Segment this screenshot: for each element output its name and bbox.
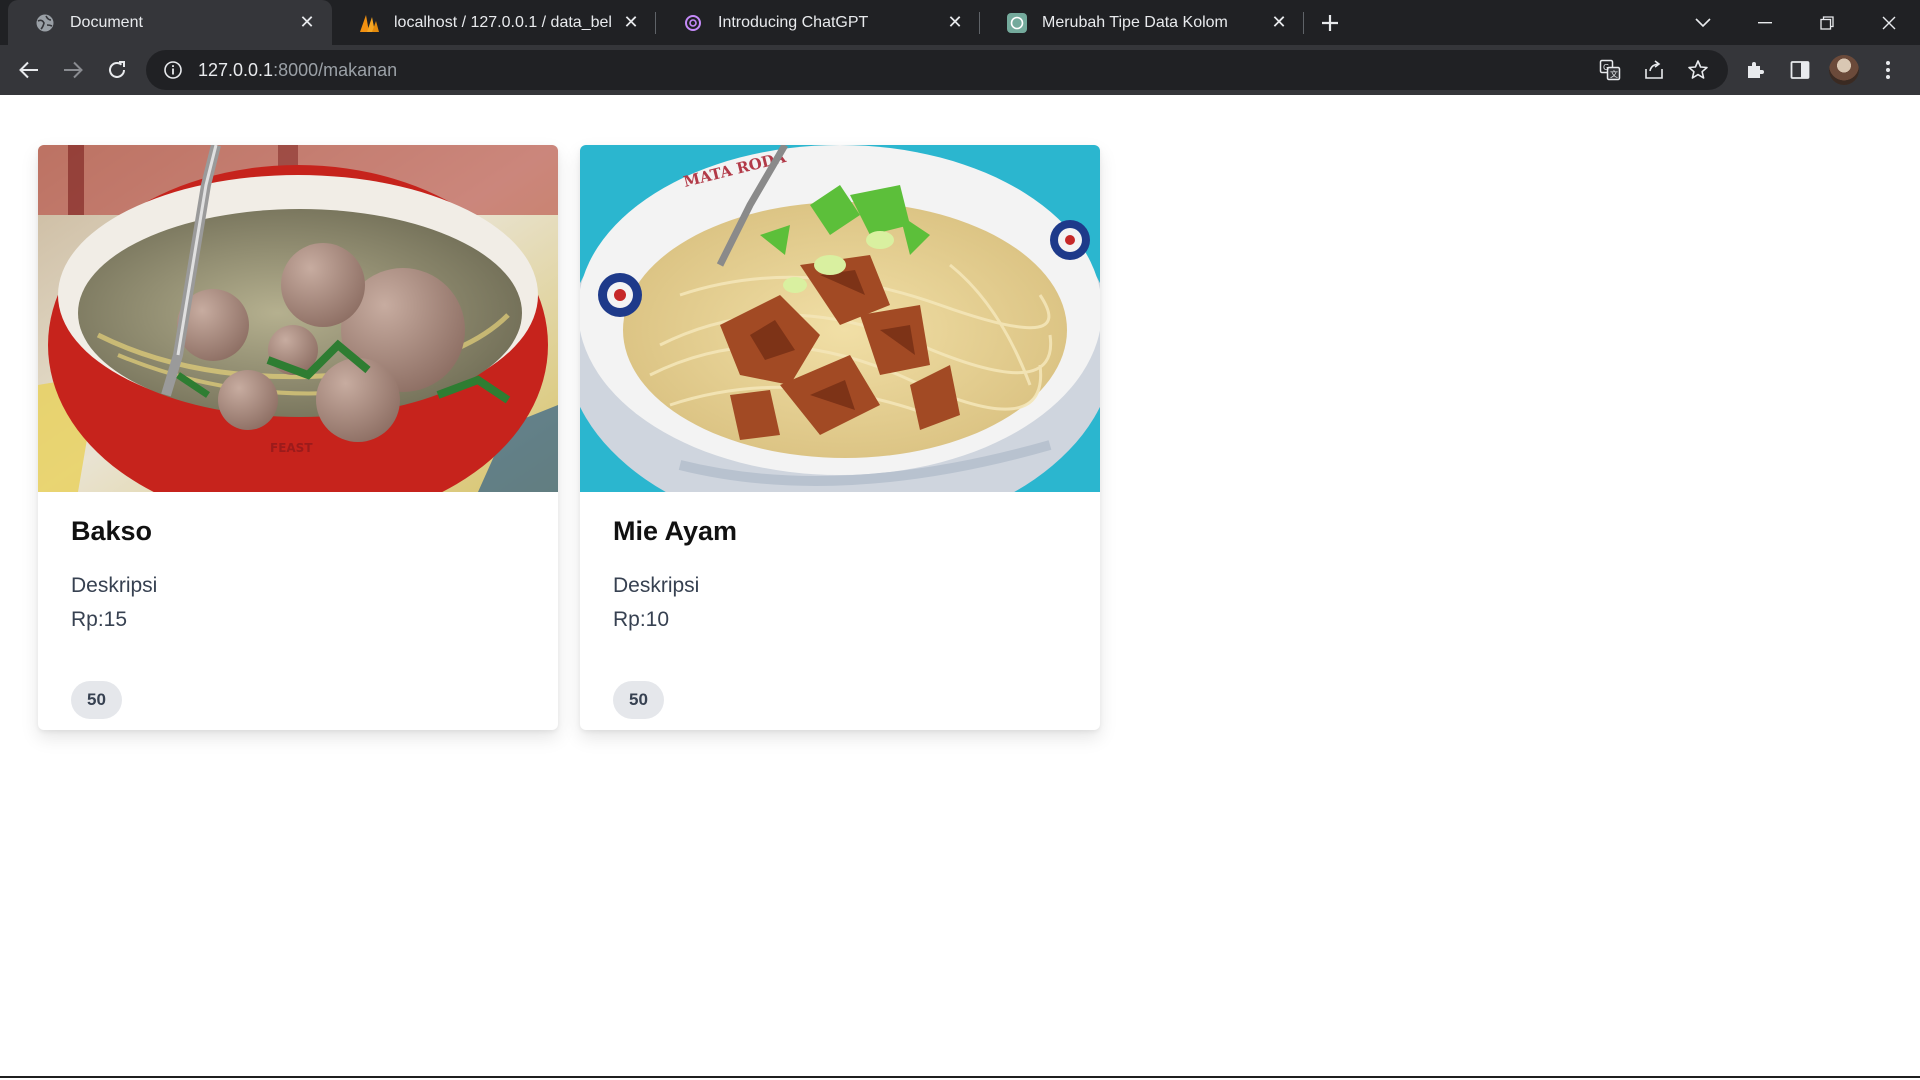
bookmark-button[interactable] [1676, 50, 1720, 90]
card-title: Bakso [71, 516, 153, 546]
close-icon[interactable]: ✕ [620, 12, 642, 34]
address-bar[interactable]: 127.0.0.1:8000/makanan G文 [146, 50, 1728, 90]
close-icon[interactable]: ✕ [1268, 12, 1290, 34]
card-price: Rp:15 [71, 608, 128, 631]
browser-toolbar: 127.0.0.1:8000/makanan G文 [0, 45, 1920, 95]
food-card[interactable]: MATA RODA Mie Ayam Deskripsi Rp:10 50 [580, 145, 1100, 730]
tab-title: localhost / 127.0.0.1 / data_belaja [394, 13, 612, 31]
puzzle-icon [1748, 62, 1764, 78]
bottom-divider [0, 1076, 1920, 1078]
globe-icon [34, 12, 56, 34]
info-icon[interactable] [162, 59, 184, 81]
reload-button[interactable] [97, 50, 137, 90]
phpmyadmin-icon [358, 12, 380, 34]
card-body: Mie Ayam Deskripsi Rp:10 50 [580, 492, 1100, 719]
stock-badge: 50 [613, 681, 664, 719]
avatar [1829, 55, 1859, 85]
url-text[interactable]: 127.0.0.1:8000/makanan [198, 60, 397, 81]
share-icon [1645, 60, 1663, 79]
tab-title: Introducing ChatGPT [718, 13, 869, 31]
minimize-button[interactable] [1734, 0, 1796, 45]
tab-search-button[interactable] [1672, 0, 1734, 45]
close-window-button[interactable] [1858, 0, 1920, 45]
extensions-button[interactable] [1734, 50, 1778, 90]
forward-button[interactable] [53, 50, 93, 90]
star-icon [1688, 60, 1708, 79]
close-icon[interactable]: ✕ [296, 12, 318, 34]
svg-text:文: 文 [1610, 69, 1618, 79]
tab-strip: Document ✕ localhost / 127.0.0.1 / data_… [0, 0, 1920, 45]
page-content: FEAST Bakso Deskripsi Rp:15 50 MATA RODA… [0, 95, 1920, 1078]
window-controls [1672, 0, 1920, 45]
toolbar-right [1734, 50, 1910, 90]
tab-document[interactable]: Document ✕ [8, 0, 332, 45]
restore-button[interactable] [1796, 0, 1858, 45]
plus-icon [1322, 14, 1338, 31]
side-panel-icon [1790, 61, 1810, 79]
card-body: Bakso Deskripsi Rp:15 50 [38, 492, 558, 719]
food-card[interactable]: FEAST Bakso Deskripsi Rp:15 50 [38, 145, 558, 730]
bakso-photo: FEAST [38, 145, 558, 492]
card-title: Mie Ayam [613, 516, 738, 546]
restore-icon [1820, 15, 1834, 30]
svg-text:FEAST: FEAST [270, 441, 313, 455]
url-host: 127.0.0.1 [198, 59, 274, 80]
tab-phpmyadmin[interactable]: localhost / 127.0.0.1 / data_belaja ✕ [332, 0, 656, 45]
arrow-right-icon [64, 61, 83, 79]
share-button[interactable] [1632, 50, 1676, 90]
card-description: Deskripsi [71, 574, 158, 597]
openai-icon [682, 12, 704, 34]
translate-button[interactable]: G文 [1588, 50, 1632, 90]
arrow-left-icon [19, 61, 38, 79]
svg-text:G: G [1603, 63, 1609, 72]
stock-badge: 50 [71, 681, 122, 719]
chatgpt-icon [1006, 12, 1028, 34]
card-description: Deskripsi [613, 574, 700, 597]
new-tab-button[interactable] [1310, 0, 1350, 45]
mie-ayam-photo: MATA RODA [580, 145, 1100, 492]
tab-title: Document [70, 13, 143, 31]
reload-icon [109, 61, 125, 78]
tab-merubah-tipe-data[interactable]: Merubah Tipe Data Kolom ✕ [980, 0, 1304, 45]
side-panel-button[interactable] [1778, 50, 1822, 90]
url-path: :8000/makanan [273, 59, 398, 80]
menu-button[interactable] [1866, 50, 1910, 90]
back-button[interactable] [9, 50, 49, 90]
chevron-down-icon [1695, 17, 1711, 27]
omnibox-actions: G文 [1588, 50, 1720, 90]
tab-introducing-chatgpt[interactable]: Introducing ChatGPT ✕ [656, 0, 980, 45]
more-vert-icon [1886, 61, 1890, 79]
card-price: Rp:10 [613, 608, 670, 631]
tab-title: Merubah Tipe Data Kolom [1042, 13, 1228, 31]
profile-button[interactable] [1822, 50, 1866, 90]
close-icon [1882, 16, 1896, 29]
translate-icon: G文 [1599, 59, 1621, 81]
tab-separator [1303, 12, 1304, 34]
minimize-icon [1758, 21, 1772, 23]
close-icon[interactable]: ✕ [944, 12, 966, 34]
